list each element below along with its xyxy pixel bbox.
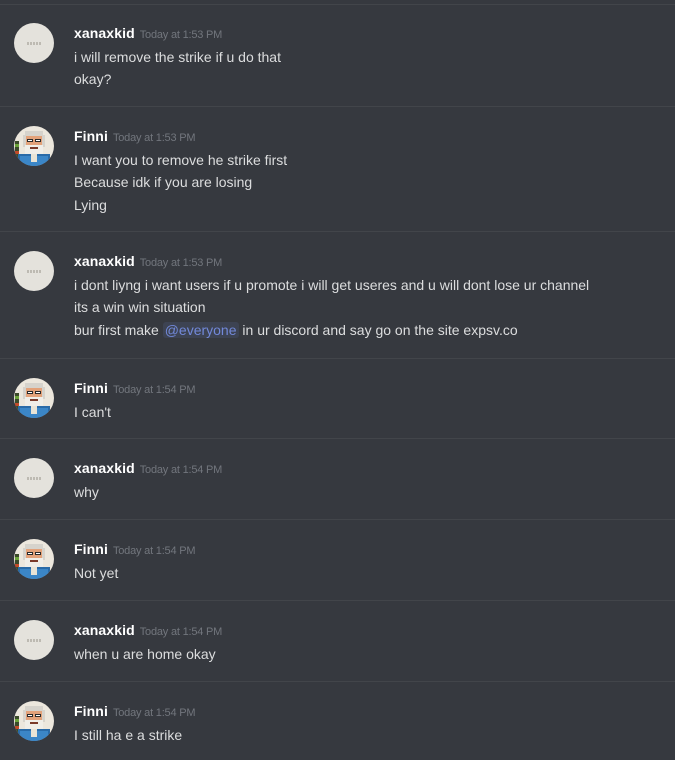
message-line: I still ha e a strike bbox=[74, 727, 183, 743]
message-line: its a win win situation bbox=[74, 299, 206, 316]
message-content: why bbox=[74, 481, 99, 503]
username[interactable]: Finni bbox=[74, 703, 108, 719]
pixel-old-man-icon bbox=[14, 126, 54, 166]
timestamp: Today at 1:54 PM bbox=[112, 707, 196, 719]
message-line: Because idk if you are losing bbox=[74, 174, 253, 191]
message-line: I can't bbox=[74, 404, 111, 420]
message-line: i will remove the strike if u do that bbox=[74, 49, 281, 65]
message-content: I want you to remove he strike first Beca… bbox=[74, 149, 287, 216]
username[interactable]: xanaxkid bbox=[74, 253, 135, 269]
message-divider bbox=[0, 358, 675, 359]
avatar-placeholder-icon bbox=[27, 270, 41, 273]
message-line: i dont liyng i want users if u promote i… bbox=[74, 277, 590, 293]
timestamp: Today at 1:54 PM bbox=[112, 384, 196, 396]
message-line: Not yet bbox=[74, 565, 119, 581]
message-divider bbox=[0, 681, 675, 682]
username[interactable]: Finni bbox=[74, 380, 108, 396]
message-content: Not yet bbox=[74, 562, 118, 584]
username[interactable]: xanaxkid bbox=[74, 460, 135, 476]
message-header: Finni Today at 1:54 PM bbox=[74, 539, 196, 561]
message-divider bbox=[0, 438, 675, 439]
message-header: xanaxkid Today at 1:53 PM bbox=[74, 251, 222, 273]
avatar-xanaxkid[interactable] bbox=[14, 251, 54, 291]
avatar-xanaxkid[interactable] bbox=[14, 620, 54, 660]
message-line: bur first make @everyone in ur discord a… bbox=[74, 319, 589, 341]
message-divider bbox=[0, 600, 675, 601]
pixel-old-man-icon bbox=[14, 701, 54, 741]
message-line: why bbox=[74, 484, 99, 500]
pixel-old-man-icon bbox=[14, 539, 54, 579]
message-text: bur first make bbox=[74, 321, 163, 338]
timestamp: Today at 1:53 PM bbox=[112, 132, 196, 144]
message-line: Lying bbox=[74, 196, 107, 213]
avatar-xanaxkid[interactable] bbox=[14, 23, 54, 63]
avatar-placeholder-icon bbox=[27, 477, 41, 480]
message-header: xanaxkid Today at 1:54 PM bbox=[74, 458, 222, 480]
divider bbox=[0, 4, 675, 5]
timestamp: Today at 1:54 PM bbox=[139, 464, 223, 476]
message-header: Finni Today at 1:54 PM bbox=[74, 378, 196, 400]
timestamp: Today at 1:53 PM bbox=[139, 29, 223, 41]
avatar-finni[interactable] bbox=[14, 126, 54, 166]
message-header: xanaxkid Today at 1:53 PM bbox=[74, 23, 222, 45]
avatar-placeholder-icon bbox=[27, 42, 41, 45]
avatar-finni[interactable] bbox=[14, 378, 54, 418]
message-header: Finni Today at 1:53 PM bbox=[74, 126, 196, 148]
message-divider bbox=[0, 519, 675, 520]
timestamp: Today at 1:53 PM bbox=[139, 257, 223, 269]
message-divider bbox=[0, 106, 675, 107]
username[interactable]: xanaxkid bbox=[74, 622, 135, 638]
message-content: when u are home okay bbox=[74, 643, 216, 665]
avatar-placeholder-icon bbox=[27, 639, 41, 642]
message-content: i dont liyng i want users if u promote i… bbox=[74, 274, 589, 341]
username[interactable]: xanaxkid bbox=[74, 25, 135, 41]
username[interactable]: Finni bbox=[74, 541, 108, 557]
username[interactable]: Finni bbox=[74, 128, 108, 144]
timestamp: Today at 1:54 PM bbox=[112, 545, 196, 557]
message-line: when u are home okay bbox=[74, 646, 216, 662]
message-line: I want you to remove he strike first bbox=[74, 152, 288, 168]
everyone-mention[interactable]: @everyone bbox=[162, 321, 239, 338]
avatar-finni[interactable] bbox=[14, 539, 54, 579]
message-content: I still ha e a strike bbox=[74, 724, 182, 746]
message-header: Finni Today at 1:54 PM bbox=[74, 701, 196, 723]
message-content: I can't bbox=[74, 401, 111, 423]
message-line: okay? bbox=[74, 71, 112, 88]
chat-message-list[interactable]: xanaxkid Today at 1:53 PM i will remove th… bbox=[0, 0, 675, 760]
message-divider bbox=[0, 231, 675, 232]
pixel-old-man-icon bbox=[14, 378, 54, 418]
avatar-xanaxkid[interactable] bbox=[14, 458, 54, 498]
message-content: i will remove the strike if u do that oka… bbox=[74, 46, 281, 91]
avatar-finni[interactable] bbox=[14, 701, 54, 741]
message-text: in ur discord and say go on the site exp… bbox=[238, 321, 518, 338]
message-header: xanaxkid Today at 1:54 PM bbox=[74, 620, 222, 642]
timestamp: Today at 1:54 PM bbox=[139, 626, 223, 638]
